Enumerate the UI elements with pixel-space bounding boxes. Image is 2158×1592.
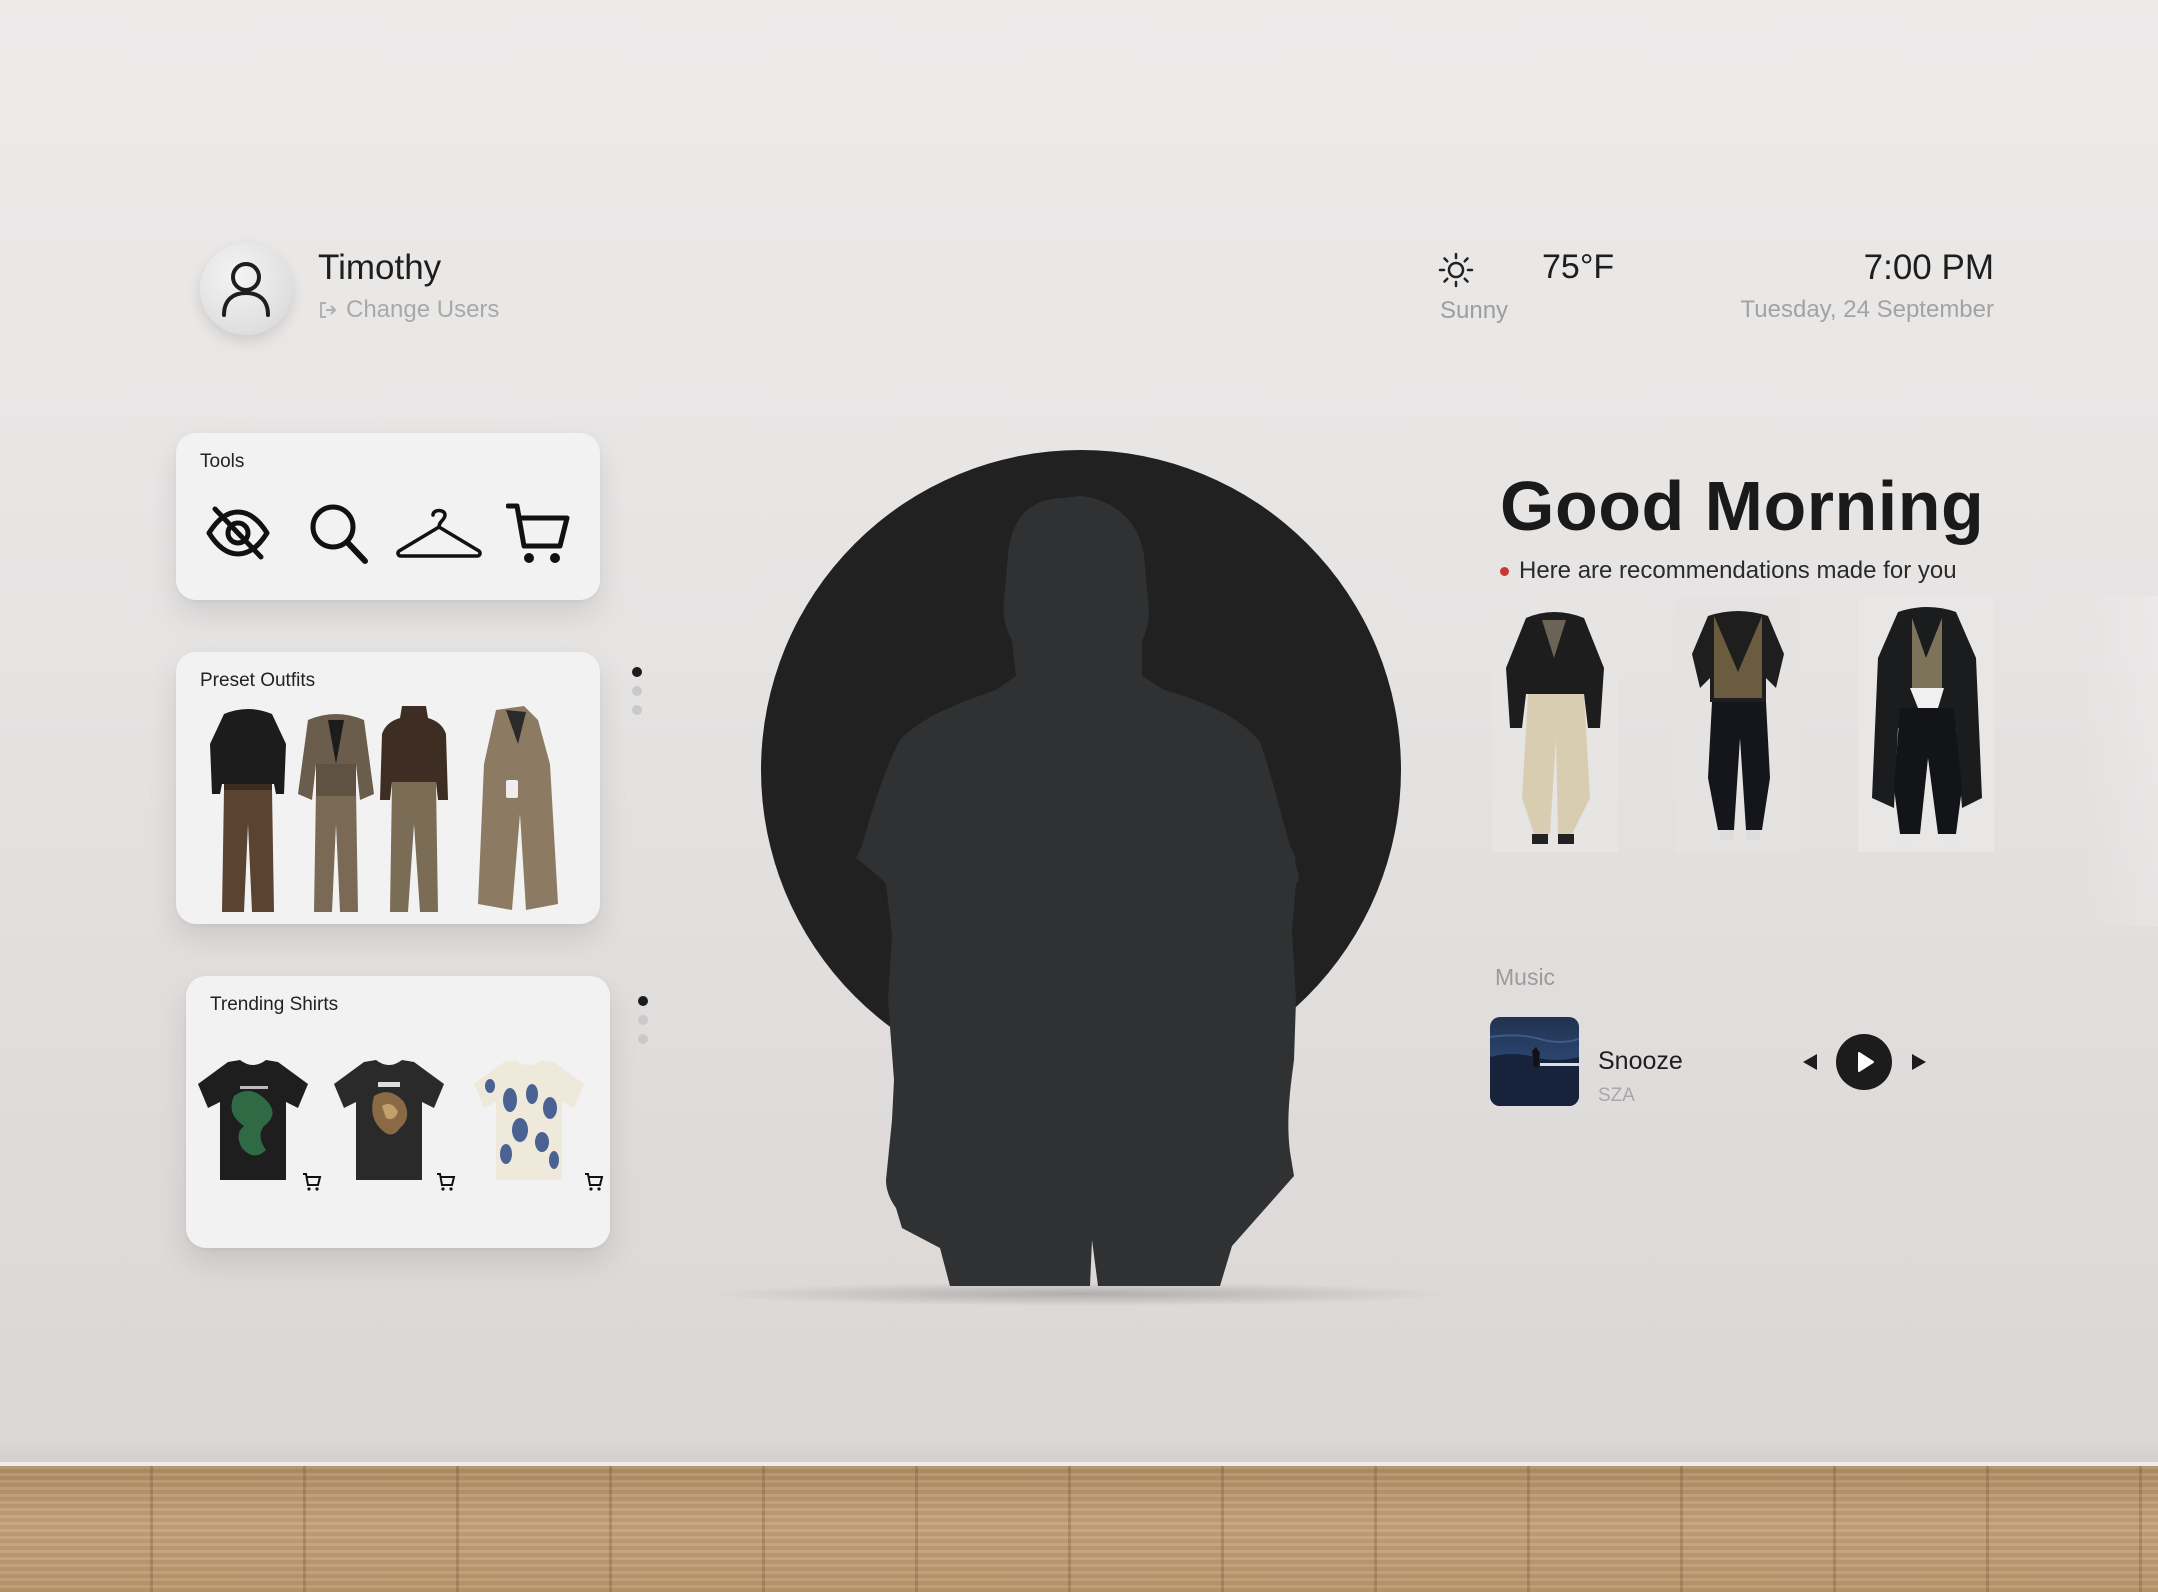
status-dot [1500, 566, 1509, 576]
song-artist: SZA [1598, 1085, 1635, 1106]
greeting-subtitle: Here are recommendations made for you [1500, 557, 1957, 585]
recommendation-item[interactable] [1492, 598, 1618, 852]
recommendation-item[interactable] [1858, 598, 1994, 852]
song-title: Snooze [1598, 1047, 1683, 1075]
album-cover-image [1490, 1034, 1579, 1106]
next-track-icon[interactable] [1909, 1052, 1929, 1072]
album-art[interactable] [1490, 1017, 1579, 1106]
greeting-subtitle-text: Here are recommendations made for you [1519, 557, 1957, 584]
person-silhouette [856, 496, 1299, 1286]
previous-track-icon[interactable] [1800, 1052, 1820, 1072]
music-label: Music [1495, 964, 1556, 990]
edge-glare [2078, 596, 2158, 926]
play-icon [1858, 1052, 1874, 1072]
greeting-title: Good Morning [1500, 467, 1985, 545]
play-button[interactable] [1836, 1034, 1892, 1090]
recommendation-item[interactable] [1676, 598, 1800, 852]
